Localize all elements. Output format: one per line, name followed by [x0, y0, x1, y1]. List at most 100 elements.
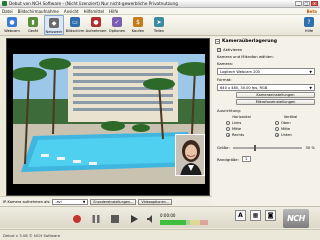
speaker-icon	[147, 215, 152, 223]
menu-bar: Datei Bildschirmaufnahme Ansicht Hilfsmi…	[0, 8, 320, 15]
toolbar-button-label: Kaufen	[131, 29, 145, 33]
alignment-label: Ausrichtung:	[217, 108, 242, 113]
menu-tools[interactable]: Hilfsmittel	[84, 9, 104, 14]
vertical-label: Vertikal	[283, 115, 298, 119]
camera-overlay-panel: − Kameraüberlagerung ✓ Aktivieren Kamera…	[212, 37, 320, 220]
output-format-value: .avi	[55, 199, 62, 204]
size-row: Größe: 30 %	[212, 142, 320, 153]
radio-button[interactable]	[226, 133, 230, 137]
radio-label: Links	[232, 121, 242, 125]
radio-label: Rechts	[232, 133, 245, 137]
margin-row: Randgröße: 2	[212, 153, 320, 165]
record-icon: ●	[91, 17, 101, 27]
share-icon: ➤	[154, 17, 164, 27]
activate-checkbox[interactable]: ✓	[217, 47, 221, 52]
network-icon: ◆	[49, 18, 59, 28]
play-button[interactable]	[127, 212, 141, 226]
camera-select[interactable]: Logitech Webcam 200 ▼	[217, 68, 315, 75]
format-label: Format:	[217, 77, 232, 82]
volume-button[interactable]	[146, 212, 156, 226]
buy-icon: $	[133, 17, 143, 27]
format-select-value: 640 x 480, 30.00 fps, RGB	[220, 85, 268, 90]
help-label: Hilfe	[304, 29, 314, 33]
encoder-settings-button[interactable]: Encodereinstellungen...	[90, 198, 137, 205]
title-bar: Debut von NCH Software - (Nicht lizenzie…	[0, 0, 320, 8]
beta-label[interactable]: Beta	[307, 9, 317, 14]
nch-logo: NCH	[283, 209, 309, 228]
play-icon	[131, 215, 138, 223]
size-value: 30 %	[305, 145, 315, 150]
close-button[interactable]: ×	[311, 1, 318, 6]
menu-screen-recording[interactable]: Bildschirmaufnahme	[18, 9, 59, 14]
radio-label: Oben	[281, 121, 291, 125]
panel-title: Kameraüberlagerung	[222, 39, 278, 44]
radio-right[interactable]: Rechts	[217, 132, 266, 138]
toolbar-button-4[interactable]: ● Aufnehmen	[86, 15, 106, 35]
activate-row[interactable]: ✓ Aktivieren	[212, 46, 320, 53]
minimize-button[interactable]: _	[295, 1, 302, 6]
size-slider[interactable]	[232, 144, 303, 151]
main-toolbar: ● Webcam ▮ Gerät ◆ Netzwerk ▭ Bildschirm ● Aufneh…	[0, 15, 320, 36]
radio-button[interactable]	[226, 121, 230, 125]
radio-button[interactable]	[275, 133, 279, 137]
pause-button[interactable]	[89, 212, 103, 226]
toolbar-button-label: Aufnehmen	[85, 29, 107, 33]
toolbar-button-6[interactable]: $ Kaufen	[128, 15, 148, 35]
toolbar-button-label: Webcam	[4, 29, 20, 33]
radio-button[interactable]	[226, 127, 230, 131]
audio-level-meter	[160, 220, 208, 225]
toolbar-button-2[interactable]: ◆ Netzwerk	[44, 15, 64, 35]
activate-label: Aktivieren	[223, 47, 243, 52]
snapshot-icon[interactable]: ◙	[265, 210, 276, 221]
radio-label: Mitte	[281, 127, 291, 131]
help-button[interactable]: ? Hilfe	[299, 15, 319, 35]
toolbar-button-label: Gerät	[27, 29, 39, 33]
video-options-button[interactable]: Videooptionen...	[138, 198, 173, 205]
output-options-bar: IP-Kamera aufnehmen als: .avi ▼ Encodere…	[0, 196, 212, 206]
horizontal-label: Horizontal	[232, 115, 251, 119]
slider-thumb[interactable]	[253, 144, 256, 151]
toolbar-button-7[interactable]: ➤ Teilen	[149, 15, 169, 35]
camera-select-value: Logitech Webcam 200	[220, 69, 260, 74]
text-overlay-icon[interactable]: A	[235, 210, 246, 221]
stop-button[interactable]	[108, 212, 122, 226]
help-icon: ?	[304, 17, 314, 27]
chevron-down-icon: ▼	[309, 85, 312, 90]
window-controls: _ □ ×	[295, 1, 320, 6]
mic-settings-button[interactable]: Mikrofoneinstellungen	[236, 99, 315, 105]
menu-view[interactable]: Ansicht	[64, 9, 79, 14]
record-button[interactable]	[70, 212, 84, 226]
menu-file[interactable]: Datei	[2, 9, 13, 14]
toolbar-button-1[interactable]: ▮ Gerät	[23, 15, 43, 35]
camera-settings-button[interactable]: Kameraeinstellungen	[236, 92, 315, 98]
toolbar-button-0[interactable]: ● Webcam	[2, 15, 22, 35]
collapse-icon[interactable]: −	[215, 39, 220, 44]
margin-spinner[interactable]: 2	[241, 156, 251, 162]
size-label: Größe:	[217, 145, 230, 150]
toolbar-button-3[interactable]: ▭ Bildschirm	[65, 15, 85, 35]
device-icon: ▮	[28, 17, 38, 27]
webcam-overlay-pip[interactable]	[175, 134, 205, 176]
radio-label: Unten	[281, 133, 292, 137]
camera-label: Kamera:	[217, 61, 233, 66]
chevron-down-icon: ▼	[309, 69, 312, 74]
app-icon	[2, 1, 7, 6]
radio-bottom[interactable]: Unten	[266, 132, 315, 138]
format-select[interactable]: 640 x 480, 30.00 fps, RGB ▼	[217, 84, 315, 91]
radio-button[interactable]	[275, 121, 279, 125]
toolbar-button-5[interactable]: ✓ Optionen	[107, 15, 127, 35]
status-text: Debut v 3.08 © NCH Software	[3, 232, 61, 238]
panel-header[interactable]: − Kameraüberlagerung	[212, 37, 320, 46]
status-bar: Debut v 3.08 © NCH Software	[0, 229, 320, 240]
radio-button[interactable]	[275, 127, 279, 131]
horizontal-column: Horizontal Links Mitte Rechts	[217, 115, 266, 138]
menu-help[interactable]: Hilfe	[109, 9, 118, 14]
recording-controls: 0:00:00 A▦◙▤ NCH	[0, 206, 320, 228]
image-overlay-icon[interactable]: ▦	[250, 210, 261, 221]
radio-label: Mitte	[232, 127, 242, 131]
margin-label: Randgröße:	[217, 156, 239, 162]
output-format-select[interactable]: .avi ▼	[52, 198, 89, 205]
alignment-grid: Horizontal Links Mitte Rechts Vertikal O…	[212, 114, 320, 138]
maximize-button[interactable]: □	[303, 1, 310, 6]
toolbar-button-label: Bildschirm	[65, 29, 85, 33]
